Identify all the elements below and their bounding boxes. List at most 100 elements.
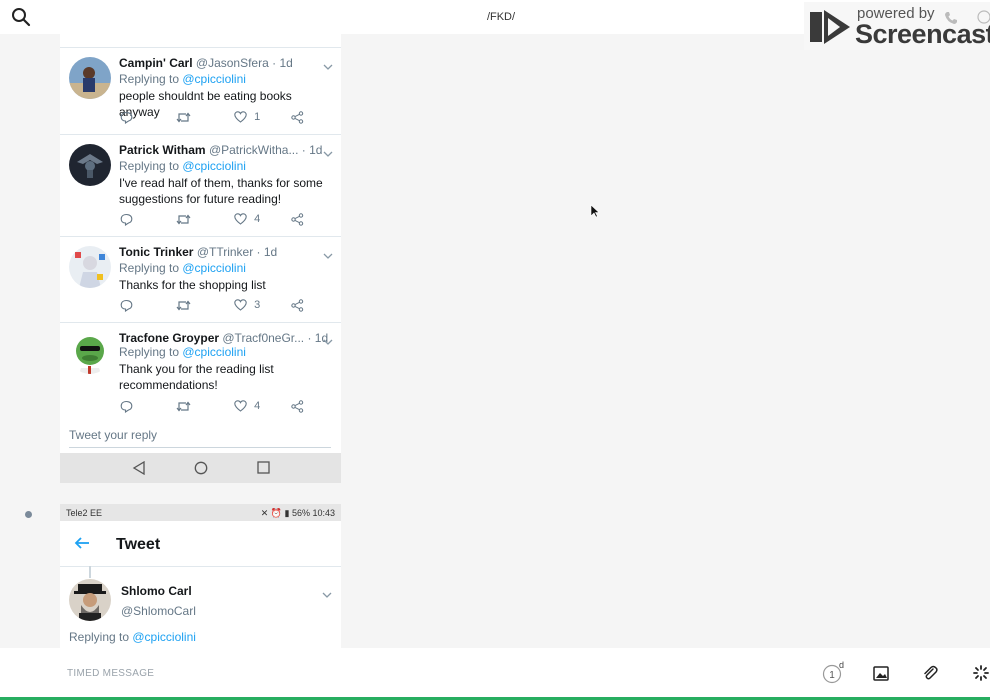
tweet-text: I've read half of them, thanks for some … xyxy=(119,176,323,206)
reply-icon[interactable] xyxy=(120,213,133,227)
screencastify-logo-icon xyxy=(808,8,852,51)
chevron-down-icon[interactable] xyxy=(323,58,333,76)
tweet-item[interactable]: Patrick Witham @PatrickWitha... · 1d Rep… xyxy=(60,135,341,237)
avatar[interactable] xyxy=(69,144,111,186)
thread-connector xyxy=(89,566,91,578)
timed-message-input[interactable]: TIMED MESSAGE xyxy=(67,668,154,679)
info-icon[interactable] xyxy=(977,10,990,29)
tweet-author-handle: @PatrickWitha... · 1d xyxy=(208,143,323,157)
retweet-icon[interactable] xyxy=(176,111,191,124)
screencastify-watermark: powered by Screencastify xyxy=(804,2,990,50)
back-arrow-icon[interactable] xyxy=(74,536,90,555)
retweet-icon[interactable] xyxy=(176,400,191,413)
tweet-author-handle: @ShlomoCarl xyxy=(121,604,196,618)
home-circle-icon[interactable] xyxy=(194,461,208,480)
tweet-text: Thanks for the shopping list xyxy=(119,278,266,292)
alarm-icon: ⏰ xyxy=(270,508,282,518)
recent-apps-icon[interactable] xyxy=(257,461,270,479)
like-button[interactable]: 1 xyxy=(234,111,260,123)
heart-icon xyxy=(234,213,247,225)
phone-icon[interactable] xyxy=(944,11,958,30)
image-icon[interactable] xyxy=(873,666,889,686)
tweet-author-name[interactable]: Tracfone Groyper xyxy=(119,331,219,345)
tweet-author-handle: @TTrinker · 1d xyxy=(196,245,278,259)
tweet-actions: 4 xyxy=(120,400,310,414)
retweet-icon[interactable] xyxy=(176,299,191,312)
tweet-item[interactable]: Campin' Carl @JasonSfera · 1d Replying t… xyxy=(60,48,341,135)
chevron-down-icon[interactable] xyxy=(323,333,333,351)
page-title: Tweet xyxy=(116,536,161,553)
android-nav-bar xyxy=(60,453,341,483)
battery-and-time: 56% 10:43 xyxy=(291,508,335,518)
replying-to: Replying to @cpicciolini xyxy=(69,630,196,644)
tweet-actions: 3 xyxy=(120,299,310,313)
tweet-text: Thank you for the reading list recommend… xyxy=(119,362,274,392)
mention-link[interactable]: @cpicciolini xyxy=(182,159,246,173)
avatar[interactable] xyxy=(69,332,111,374)
tweet-partial xyxy=(60,34,341,48)
like-count: 4 xyxy=(254,400,261,412)
mention-link[interactable]: @cpicciolini xyxy=(182,345,246,359)
tweet-author-handle: @Tracf0neGr... · 1d xyxy=(222,331,329,345)
reply-icon[interactable] xyxy=(120,299,133,313)
reply-icon[interactable] xyxy=(120,400,133,414)
tweet-thread-screenshot: Campin' Carl @JasonSfera · 1d Replying t… xyxy=(60,34,341,453)
loading-spinner-icon xyxy=(973,665,989,686)
heart-icon xyxy=(234,299,247,311)
tweet-reply-input[interactable]: Tweet your reply xyxy=(60,416,341,453)
paperclip-icon[interactable] xyxy=(922,665,938,686)
heart-icon xyxy=(234,400,247,412)
share-icon[interactable] xyxy=(291,111,304,124)
replying-to: Replying to @cpicciolini xyxy=(119,345,246,359)
heart-icon xyxy=(234,111,247,123)
share-icon[interactable] xyxy=(291,213,304,226)
mention-link[interactable]: @cpicciolini xyxy=(132,630,196,644)
tweet-actions: 4 xyxy=(120,213,310,227)
carrier-text: Tele2 EE xyxy=(66,508,103,518)
message-compose-bar: TIMED MESSAGE 1 d xyxy=(0,648,990,698)
retweet-icon[interactable] xyxy=(176,213,191,226)
tweet-author-name[interactable]: Tonic Trinker xyxy=(119,245,193,259)
tweet-detail-screenshot: Tele2 EE ✕ ⏰ ▮ 56% 10:43 Tweet Shlomo Ca… xyxy=(60,504,341,648)
like-count: 1 xyxy=(254,111,261,123)
signal-icon: ▮ xyxy=(284,508,290,518)
tweet-item[interactable]: Tonic Trinker @TTrinker · 1d Replying to… xyxy=(60,237,341,323)
tweet-app-bar: Tweet xyxy=(60,521,341,567)
status-indicators: ✕ ⏰ ▮ 56% 10:43 xyxy=(261,508,335,519)
like-count: 3 xyxy=(254,299,261,311)
avatar[interactable] xyxy=(69,57,111,99)
mention-link[interactable]: @cpicciolini xyxy=(182,261,246,275)
timer-value: 1 xyxy=(829,670,835,681)
tweet-item[interactable]: Tracfone Groyper @Tracf0neGr... · 1d Rep… xyxy=(60,323,341,416)
avatar[interactable] xyxy=(69,579,111,621)
tweet-author-name[interactable]: Patrick Witham xyxy=(119,143,206,157)
status-bar: Tele2 EE ✕ ⏰ ▮ 56% 10:43 xyxy=(60,504,341,521)
reply-placeholder: Tweet your reply xyxy=(69,428,158,442)
chevron-down-icon[interactable] xyxy=(322,586,332,604)
share-icon[interactable] xyxy=(291,299,304,312)
message-status-dot xyxy=(25,511,32,518)
tweet-author-name[interactable]: Shlomo Carl xyxy=(121,584,192,598)
tweet-author-name[interactable]: Campin' Carl xyxy=(119,56,193,70)
mute-icon: ✕ xyxy=(260,508,269,518)
chevron-down-icon[interactable] xyxy=(323,247,333,265)
tweet-actions: 1 xyxy=(120,111,310,125)
mouse-cursor-icon xyxy=(590,204,600,223)
like-count: 4 xyxy=(254,213,261,225)
like-button[interactable]: 3 xyxy=(234,299,260,311)
tweet-author-handle: @JasonSfera · 1d xyxy=(195,56,293,70)
replying-to: Replying to @cpicciolini xyxy=(119,72,246,86)
avatar[interactable] xyxy=(69,246,111,288)
divider xyxy=(69,447,331,448)
share-icon[interactable] xyxy=(291,400,304,413)
replying-to: Replying to @cpicciolini xyxy=(119,261,246,275)
chevron-down-icon[interactable] xyxy=(323,145,333,163)
like-button[interactable]: 4 xyxy=(234,213,260,225)
replying-to: Replying to @cpicciolini xyxy=(119,159,246,173)
back-triangle-icon[interactable] xyxy=(132,460,146,480)
reply-icon[interactable] xyxy=(120,111,133,125)
mention-link[interactable]: @cpicciolini xyxy=(182,72,246,86)
like-button[interactable]: 4 xyxy=(234,400,260,412)
screencastify-name-text: Screencastify xyxy=(855,19,990,49)
timer-unit: d xyxy=(839,660,845,670)
